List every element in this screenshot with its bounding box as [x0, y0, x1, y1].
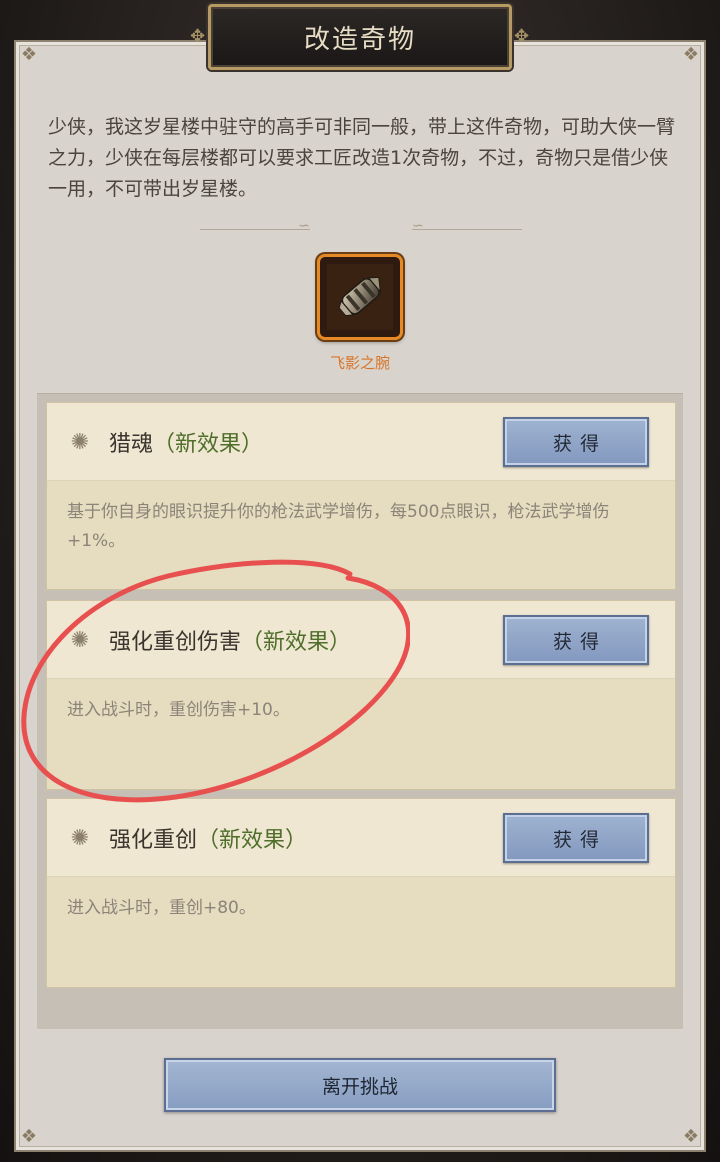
corner-ornament-icon: ❖ [20, 44, 38, 65]
item-name: 飞影之腕 [329, 354, 390, 372]
flower-emblem-icon: ✺ [70, 826, 90, 851]
flower-emblem-icon: ✺ [70, 430, 90, 455]
leave-challenge-button[interactable]: 离开挑战 [164, 1058, 556, 1112]
effect-name: 强化重创伤害 [109, 630, 242, 655]
intro-text: 少侠，我这岁星楼中驻守的高手可非同一般，带上这件奇物，可助大侠一臂之力，少侠在每… [48, 116, 676, 200]
item-slot[interactable] [317, 254, 403, 340]
effect-description: 进入战斗时，重创+80。 [67, 898, 256, 918]
effect-card: ✺ 强化重创伤害（新效果） 获得 进入战斗时，重创伤害+10。 [46, 600, 676, 790]
effect-title: 猎魂（新效果） [109, 426, 263, 458]
corner-ornament-icon: ❖ [682, 1126, 700, 1147]
title-ornament-icon: ✥ [190, 26, 206, 47]
obtain-button[interactable]: 获得 [503, 417, 649, 467]
effect-card-header: ✺ 强化重创（新效果） 获得 [47, 799, 675, 877]
effect-card-header: ✺ 强化重创伤害（新效果） 获得 [47, 601, 675, 679]
bracer-icon [327, 264, 393, 330]
flower-emblem-icon: ✺ [70, 628, 90, 653]
title-plate: 改造奇物 [208, 4, 512, 70]
divider-right: ∽ [412, 218, 522, 234]
effect-tag: （新效果） [153, 432, 264, 457]
corner-ornament-icon: ❖ [20, 1126, 38, 1147]
corner-ornament-icon: ❖ [682, 44, 700, 65]
effect-name: 强化重创 [109, 828, 198, 853]
effect-card: ✺ 猎魂（新效果） 获得 基于你自身的眼识提升你的枪法武学增伤，每500点眼识，… [46, 402, 676, 590]
effect-list: ✺ 猎魂（新效果） 获得 基于你自身的眼识提升你的枪法武学增伤，每500点眼识，… [37, 393, 683, 1029]
effect-title: 强化重创（新效果） [109, 822, 307, 854]
effect-name: 猎魂 [109, 432, 154, 457]
obtain-button[interactable]: 获得 [503, 813, 649, 863]
effect-card-header: ✺ 猎魂（新效果） 获得 [47, 403, 675, 481]
effect-description: 进入战斗时，重创伤害+10。 [67, 700, 290, 720]
effect-description: 基于你自身的眼识提升你的枪法武学增伤，每500点眼识，枪法武学增伤+1%。 [67, 502, 610, 551]
effect-title: 强化重创伤害（新效果） [109, 624, 351, 656]
effect-card: ✺ 强化重创（新效果） 获得 进入战斗时，重创+80。 [46, 798, 676, 988]
page-title: 改造奇物 [303, 24, 416, 55]
title-ornament-icon: ✥ [514, 26, 530, 47]
divider-left: ∽ [200, 218, 310, 234]
effect-tag: （新效果） [197, 828, 308, 853]
effect-tag: （新效果） [241, 630, 352, 655]
obtain-button[interactable]: 获得 [503, 615, 649, 665]
